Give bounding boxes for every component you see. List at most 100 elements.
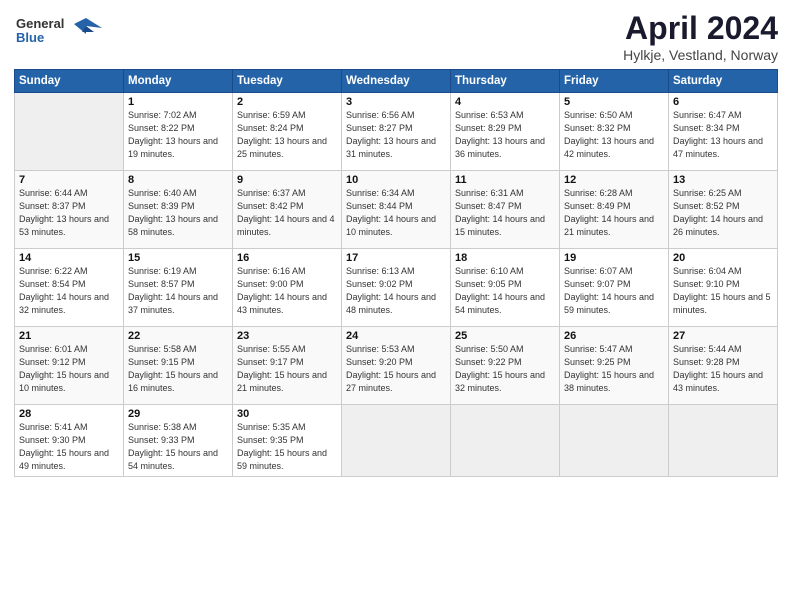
day-header-monday: Monday (124, 70, 233, 93)
calendar-cell: 9Sunrise: 6:37 AMSunset: 8:42 PMDaylight… (233, 171, 342, 249)
day-info: Sunrise: 6:37 AMSunset: 8:42 PMDaylight:… (237, 187, 337, 239)
calendar-cell: 5Sunrise: 6:50 AMSunset: 8:32 PMDaylight… (560, 93, 669, 171)
day-info: Sunrise: 5:44 AMSunset: 9:28 PMDaylight:… (673, 343, 773, 395)
calendar-cell: 13Sunrise: 6:25 AMSunset: 8:52 PMDayligh… (669, 171, 778, 249)
day-info: Sunrise: 6:47 AMSunset: 8:34 PMDaylight:… (673, 109, 773, 161)
svg-text:General: General (16, 16, 64, 31)
calendar-cell: 20Sunrise: 6:04 AMSunset: 9:10 PMDayligh… (669, 249, 778, 327)
calendar-cell: 16Sunrise: 6:16 AMSunset: 9:00 PMDayligh… (233, 249, 342, 327)
day-info: Sunrise: 5:50 AMSunset: 9:22 PMDaylight:… (455, 343, 555, 395)
calendar-cell: 29Sunrise: 5:38 AMSunset: 9:33 PMDayligh… (124, 405, 233, 477)
calendar-cell: 4Sunrise: 6:53 AMSunset: 8:29 PMDaylight… (451, 93, 560, 171)
logo: General Blue (14, 10, 104, 57)
calendar-cell: 15Sunrise: 6:19 AMSunset: 8:57 PMDayligh… (124, 249, 233, 327)
day-header-tuesday: Tuesday (233, 70, 342, 93)
calendar-cell: 10Sunrise: 6:34 AMSunset: 8:44 PMDayligh… (342, 171, 451, 249)
day-info: Sunrise: 5:55 AMSunset: 9:17 PMDaylight:… (237, 343, 337, 395)
calendar-cell: 19Sunrise: 6:07 AMSunset: 9:07 PMDayligh… (560, 249, 669, 327)
location-subtitle: Hylkje, Vestland, Norway (623, 47, 778, 63)
day-info: Sunrise: 6:53 AMSunset: 8:29 PMDaylight:… (455, 109, 555, 161)
day-info: Sunrise: 5:53 AMSunset: 9:20 PMDaylight:… (346, 343, 446, 395)
day-header-wednesday: Wednesday (342, 70, 451, 93)
day-number: 10 (346, 174, 446, 186)
calendar-cell: 14Sunrise: 6:22 AMSunset: 8:54 PMDayligh… (15, 249, 124, 327)
month-title: April 2024 (623, 10, 778, 47)
calendar-cell: 11Sunrise: 6:31 AMSunset: 8:47 PMDayligh… (451, 171, 560, 249)
day-header-saturday: Saturday (669, 70, 778, 93)
calendar-cell: 2Sunrise: 6:59 AMSunset: 8:24 PMDaylight… (233, 93, 342, 171)
day-info: Sunrise: 6:07 AMSunset: 9:07 PMDaylight:… (564, 265, 664, 317)
day-number: 14 (19, 252, 119, 264)
day-number: 3 (346, 96, 446, 108)
day-number: 21 (19, 330, 119, 342)
day-header-sunday: Sunday (15, 70, 124, 93)
day-number: 5 (564, 96, 664, 108)
day-info: Sunrise: 6:59 AMSunset: 8:24 PMDaylight:… (237, 109, 337, 161)
day-number: 1 (128, 96, 228, 108)
calendar-cell (451, 405, 560, 477)
day-number: 2 (237, 96, 337, 108)
calendar-cell (560, 405, 669, 477)
calendar-cell: 23Sunrise: 5:55 AMSunset: 9:17 PMDayligh… (233, 327, 342, 405)
day-number: 18 (455, 252, 555, 264)
day-info: Sunrise: 6:19 AMSunset: 8:57 PMDaylight:… (128, 265, 228, 317)
day-info: Sunrise: 6:28 AMSunset: 8:49 PMDaylight:… (564, 187, 664, 239)
calendar-cell: 6Sunrise: 6:47 AMSunset: 8:34 PMDaylight… (669, 93, 778, 171)
day-info: Sunrise: 6:16 AMSunset: 9:00 PMDaylight:… (237, 265, 337, 317)
day-header-friday: Friday (560, 70, 669, 93)
day-number: 4 (455, 96, 555, 108)
day-number: 16 (237, 252, 337, 264)
day-number: 20 (673, 252, 773, 264)
day-number: 29 (128, 408, 228, 420)
calendar-cell: 3Sunrise: 6:56 AMSunset: 8:27 PMDaylight… (342, 93, 451, 171)
calendar-cell: 26Sunrise: 5:47 AMSunset: 9:25 PMDayligh… (560, 327, 669, 405)
day-info: Sunrise: 6:10 AMSunset: 9:05 PMDaylight:… (455, 265, 555, 317)
day-number: 27 (673, 330, 773, 342)
title-block: April 2024 Hylkje, Vestland, Norway (623, 10, 778, 63)
calendar-cell: 21Sunrise: 6:01 AMSunset: 9:12 PMDayligh… (15, 327, 124, 405)
day-info: Sunrise: 5:38 AMSunset: 9:33 PMDaylight:… (128, 421, 228, 473)
day-number: 6 (673, 96, 773, 108)
day-info: Sunrise: 6:13 AMSunset: 9:02 PMDaylight:… (346, 265, 446, 317)
day-number: 25 (455, 330, 555, 342)
day-number: 24 (346, 330, 446, 342)
day-number: 12 (564, 174, 664, 186)
day-number: 17 (346, 252, 446, 264)
calendar-cell (15, 93, 124, 171)
day-info: Sunrise: 5:35 AMSunset: 9:35 PMDaylight:… (237, 421, 337, 473)
day-info: Sunrise: 6:40 AMSunset: 8:39 PMDaylight:… (128, 187, 228, 239)
day-number: 13 (673, 174, 773, 186)
day-info: Sunrise: 6:22 AMSunset: 8:54 PMDaylight:… (19, 265, 119, 317)
day-info: Sunrise: 6:31 AMSunset: 8:47 PMDaylight:… (455, 187, 555, 239)
day-info: Sunrise: 6:50 AMSunset: 8:32 PMDaylight:… (564, 109, 664, 161)
day-info: Sunrise: 6:34 AMSunset: 8:44 PMDaylight:… (346, 187, 446, 239)
day-info: Sunrise: 6:04 AMSunset: 9:10 PMDaylight:… (673, 265, 773, 317)
day-number: 19 (564, 252, 664, 264)
day-info: Sunrise: 6:56 AMSunset: 8:27 PMDaylight:… (346, 109, 446, 161)
calendar-cell: 17Sunrise: 6:13 AMSunset: 9:02 PMDayligh… (342, 249, 451, 327)
day-number: 11 (455, 174, 555, 186)
day-info: Sunrise: 6:25 AMSunset: 8:52 PMDaylight:… (673, 187, 773, 239)
day-info: Sunrise: 5:47 AMSunset: 9:25 PMDaylight:… (564, 343, 664, 395)
day-info: Sunrise: 5:58 AMSunset: 9:15 PMDaylight:… (128, 343, 228, 395)
day-info: Sunrise: 5:41 AMSunset: 9:30 PMDaylight:… (19, 421, 119, 473)
day-number: 30 (237, 408, 337, 420)
calendar-cell: 18Sunrise: 6:10 AMSunset: 9:05 PMDayligh… (451, 249, 560, 327)
calendar-cell: 12Sunrise: 6:28 AMSunset: 8:49 PMDayligh… (560, 171, 669, 249)
day-number: 26 (564, 330, 664, 342)
calendar-cell: 7Sunrise: 6:44 AMSunset: 8:37 PMDaylight… (15, 171, 124, 249)
calendar-cell: 24Sunrise: 5:53 AMSunset: 9:20 PMDayligh… (342, 327, 451, 405)
calendar-cell: 28Sunrise: 5:41 AMSunset: 9:30 PMDayligh… (15, 405, 124, 477)
calendar-cell: 27Sunrise: 5:44 AMSunset: 9:28 PMDayligh… (669, 327, 778, 405)
day-info: Sunrise: 7:02 AMSunset: 8:22 PMDaylight:… (128, 109, 228, 161)
calendar-cell: 8Sunrise: 6:40 AMSunset: 8:39 PMDaylight… (124, 171, 233, 249)
calendar-table: SundayMondayTuesdayWednesdayThursdayFrid… (14, 69, 778, 477)
svg-text:Blue: Blue (16, 30, 44, 45)
day-number: 9 (237, 174, 337, 186)
calendar-cell: 30Sunrise: 5:35 AMSunset: 9:35 PMDayligh… (233, 405, 342, 477)
calendar-cell: 22Sunrise: 5:58 AMSunset: 9:15 PMDayligh… (124, 327, 233, 405)
day-info: Sunrise: 6:01 AMSunset: 9:12 PMDaylight:… (19, 343, 119, 395)
day-info: Sunrise: 6:44 AMSunset: 8:37 PMDaylight:… (19, 187, 119, 239)
calendar-cell: 1Sunrise: 7:02 AMSunset: 8:22 PMDaylight… (124, 93, 233, 171)
day-number: 7 (19, 174, 119, 186)
